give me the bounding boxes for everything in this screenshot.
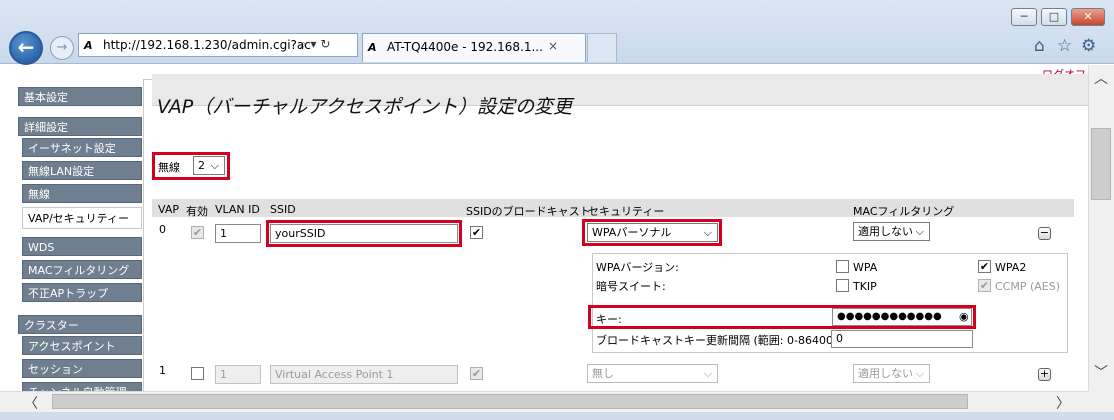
new-tab-button[interactable] [587, 33, 617, 62]
wpa2-checkbox[interactable]: ✔ [978, 260, 991, 273]
site-logo-icon: A [84, 39, 93, 52]
mac-filter-select-value: 適用しない [858, 225, 913, 238]
home-icon[interactable]: ⌂ [1034, 36, 1045, 56]
page-title: VAP（バーチャルアクセスポイント）設定の変更 [157, 96, 573, 118]
enabled-checkbox[interactable]: ✔ [191, 226, 204, 239]
header-vap: VAP [158, 203, 179, 216]
ssid-broadcast-checkbox[interactable]: ✔ [470, 226, 483, 239]
header-ssid: SSID [270, 203, 296, 216]
chevron-down-icon: ⌵ [210, 159, 219, 172]
sidebar-item-wds[interactable]: WDS [22, 237, 142, 256]
settings-gear-icon[interactable]: ⚙ [1081, 36, 1096, 56]
sidebar-item-wireless-lan[interactable]: 無線LAN設定 [22, 161, 142, 180]
ccmp-label: CCMP (AES) [995, 280, 1061, 293]
security-select[interactable]: WPAパーソナル ⌵ [587, 223, 718, 242]
sidebar-item-mac-filtering[interactable]: MACフィルタリング [22, 260, 142, 279]
key-input[interactable]: ●●●●●●●●●●●● [832, 308, 972, 326]
wpa-label: WPA [853, 261, 878, 274]
tab-close-icon[interactable]: × [548, 39, 558, 53]
sidebar-item-cluster[interactable]: クラスター [18, 315, 142, 334]
scroll-down-icon[interactable]: ﹀ [1094, 362, 1108, 382]
header-mac-filtering: MACフィルタリング [853, 205, 955, 218]
ssid-input[interactable]: yourSSID [270, 224, 458, 243]
ssid-input[interactable]: Virtual Access Point 1 [270, 365, 458, 384]
wpa-checkbox[interactable] [836, 260, 849, 273]
wpa-version-label: WPAバージョン: [596, 261, 679, 274]
maximize-button[interactable]: □ [1041, 8, 1067, 26]
mac-filter-select[interactable]: 適用しない ⌵ [853, 222, 930, 241]
back-button[interactable]: ← [9, 31, 43, 65]
header-enabled: 有効 [186, 205, 208, 218]
vlan-id-input[interactable]: 1 [215, 224, 261, 243]
scroll-right-icon[interactable]: 〉 [1056, 393, 1070, 413]
arrow-left-icon: ← [17, 35, 35, 59]
security-select-value: WPAパーソナル [592, 226, 672, 239]
url-text: http://192.168.1.230/admin.cgi?ac [103, 38, 311, 52]
security-select-value: 無し [592, 367, 614, 380]
broadcast-key-input[interactable]: 0 [831, 330, 973, 348]
mac-filter-select[interactable]: 適用しない ⌵ [853, 364, 930, 383]
tab-site-icon: A [368, 41, 377, 54]
tkip-label: TKIP [853, 280, 877, 293]
horizontal-scroll-thumb[interactable] [52, 394, 968, 409]
vlan-id-input[interactable]: 1 [215, 365, 261, 384]
sidebar-item-vap-security[interactable]: VAP/セキュリティー [22, 207, 142, 229]
scroll-up-icon[interactable]: ︿ [1094, 68, 1108, 88]
favorites-star-icon[interactable]: ☆ [1057, 36, 1072, 56]
radio-select[interactable]: 2 ⌵ [193, 156, 225, 175]
cipher-suite-label: 暗号スイート: [596, 280, 666, 293]
arrow-right-icon: → [56, 40, 68, 55]
header-vlan-id: VLAN ID [215, 203, 260, 216]
address-tools[interactable]: ⌕ ▾ ↻ [300, 37, 330, 52]
sidebar-item-ethernet[interactable]: イーサネット設定 [22, 138, 142, 157]
vertical-scroll-thumb[interactable] [1091, 128, 1111, 200]
sidebar-item-rogue-ap[interactable]: 不正APトラップ [22, 283, 142, 302]
enabled-checkbox[interactable] [191, 367, 204, 380]
page-content: ログオフ 基本設定 詳細設定 イーサネット設定 無線LAN設定 無線 VAP/セ… [0, 65, 1088, 391]
show-password-eye-icon[interactable]: ◉ [959, 310, 969, 323]
vap-number: 0 [159, 223, 166, 236]
key-label: キー: [596, 313, 622, 326]
scroll-left-icon[interactable]: 〈 [24, 393, 38, 413]
sidebar-item-channel-management[interactable]: チャンネル自動管理 [22, 382, 142, 391]
radio-label: 無線 [158, 161, 180, 174]
chevron-down-icon: ⌵ [703, 367, 712, 380]
tab-title: AT-TQ4400e - 192.168.1... [387, 40, 543, 54]
sidebar-item-basic[interactable]: 基本設定 [18, 87, 142, 106]
chevron-down-icon: ⌵ [703, 226, 712, 239]
ccmp-checkbox[interactable]: ✔ [978, 279, 991, 292]
mac-filter-select-value: 適用しない [858, 367, 913, 380]
radio-select-value: 2 [198, 159, 205, 172]
expand-button[interactable]: + [1038, 368, 1051, 381]
header-security: セキュリティー [588, 205, 665, 218]
sidebar-item-advanced[interactable]: 詳細設定 [18, 117, 142, 136]
security-select[interactable]: 無し ⌵ [587, 364, 718, 383]
tkip-checkbox[interactable] [836, 279, 849, 292]
scroll-corner [1088, 391, 1114, 412]
close-window-button[interactable]: ✕ [1071, 8, 1105, 26]
broadcast-key-label: ブロードキャストキー更新間隔 (範囲: 0-86400) [596, 334, 838, 347]
minimize-button[interactable]: ─ [1011, 8, 1037, 26]
sidebar-item-radio[interactable]: 無線 [22, 184, 142, 203]
window-bottom-border [0, 412, 1114, 420]
ssid-broadcast-checkbox[interactable]: ✔ [470, 367, 483, 380]
collapse-button[interactable]: − [1038, 227, 1051, 240]
sidebar-item-sessions[interactable]: セッション [22, 359, 142, 378]
chevron-down-icon: ⌵ [915, 367, 924, 380]
header-ssid-broadcast: SSIDのブロードキャスト [466, 205, 591, 218]
sidebar-item-access-points[interactable]: アクセスポイント [22, 336, 142, 355]
wpa2-label: WPA2 [995, 261, 1027, 274]
vap-number: 1 [159, 364, 166, 377]
chevron-down-icon: ⌵ [915, 225, 924, 238]
vertical-scrollbar[interactable] [1088, 65, 1114, 391]
forward-button[interactable]: → [50, 36, 74, 60]
